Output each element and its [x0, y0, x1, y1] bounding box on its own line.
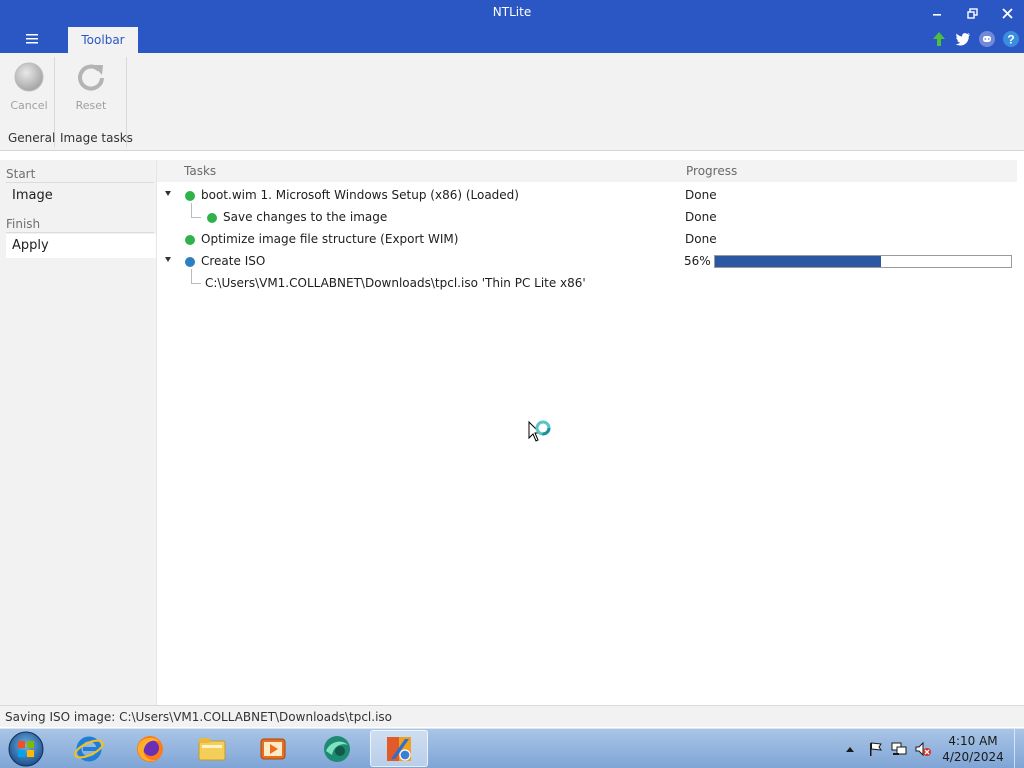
- volume-muted-icon: [915, 741, 931, 757]
- column-header-tasks[interactable]: Tasks: [157, 160, 680, 182]
- svg-text:?: ?: [1007, 33, 1014, 47]
- tree-connector: [191, 269, 201, 284]
- clock-date: 4/20/2024: [942, 750, 1004, 764]
- media-player-icon: [260, 738, 286, 759]
- progress-bar: [714, 255, 1012, 268]
- status-done-icon: [207, 213, 217, 223]
- restore-button[interactable]: [955, 0, 989, 26]
- app-swirl-icon: [324, 735, 350, 762]
- progress-bar-fill: [715, 256, 881, 267]
- sidebar-item-image[interactable]: Image: [6, 184, 156, 208]
- help-button[interactable]: ?: [1002, 30, 1020, 48]
- close-icon: [1001, 7, 1013, 19]
- restore-icon: [966, 7, 978, 19]
- ribbon: Cancel Reset General Image tasks: [0, 53, 1024, 151]
- tray-action-center[interactable]: [864, 729, 886, 768]
- sidebar-header-start: Start: [6, 167, 36, 181]
- task-label: Optimize image file structure (Export WI…: [201, 232, 459, 246]
- column-header-progress[interactable]: Progress: [680, 160, 1017, 182]
- show-desktop-button[interactable]: [1014, 729, 1024, 768]
- collapse-arrow-icon[interactable]: [165, 257, 171, 262]
- network-icon: [891, 742, 907, 755]
- sidebar-divider: [6, 182, 154, 183]
- discord-button[interactable]: [978, 30, 996, 48]
- taskbar-ntlite[interactable]: [370, 730, 428, 767]
- sidebar-header-finish: Finish: [6, 217, 41, 231]
- task-label: Save changes to the image: [223, 210, 388, 224]
- task-row[interactable]: Save changes to the image Done: [157, 203, 1017, 229]
- task-row[interactable]: Create ISO 56%: [157, 251, 1017, 273]
- cancel-button[interactable]: Cancel: [4, 61, 54, 112]
- taskbar-ntlite-alt[interactable]: [308, 730, 366, 767]
- update-button[interactable]: [930, 30, 948, 48]
- busy-cursor-icon: [527, 418, 555, 446]
- minimize-button[interactable]: [920, 0, 954, 26]
- task-row[interactable]: Optimize image file structure (Export WI…: [157, 229, 1017, 251]
- flag-icon: [870, 742, 883, 756]
- tray-network[interactable]: [888, 729, 910, 768]
- minimize-icon: [933, 14, 941, 16]
- show-hidden-icons-button[interactable]: [842, 729, 858, 768]
- task-label: boot.wim 1. Microsoft Windows Setup (x86…: [201, 188, 519, 202]
- start-button[interactable]: [8, 731, 44, 767]
- taskbar-clock[interactable]: 4:10 AM 4/20/2024: [940, 733, 1006, 765]
- taskbar-internet-explorer[interactable]: [60, 730, 118, 767]
- help-icon: ?: [1003, 31, 1019, 47]
- taskbar: 4:10 AM 4/20/2024: [0, 728, 1024, 768]
- reset-button[interactable]: Reset: [66, 61, 116, 112]
- status-running-icon: [185, 257, 195, 267]
- progress-percent: 56%: [684, 254, 711, 268]
- hamburger-icon: [26, 34, 38, 44]
- close-button[interactable]: [990, 0, 1024, 26]
- task-row[interactable]: C:\Users\VM1.COLLABNET\Downloads\tpcl.is…: [157, 269, 1017, 295]
- status-bar: Saving ISO image: C:\Users\VM1.COLLABNET…: [0, 705, 1024, 727]
- cancel-circle-icon: [13, 61, 45, 93]
- task-status: Done: [685, 188, 717, 202]
- sidebar: Start Image Finish Apply: [0, 160, 156, 705]
- chevron-up-icon: [846, 747, 854, 752]
- reset-label: Reset: [75, 99, 107, 112]
- refresh-icon: [75, 61, 107, 93]
- cancel-label: Cancel: [10, 99, 48, 112]
- update-arrow-icon: [933, 32, 945, 46]
- folder-icon: [198, 737, 226, 760]
- tab-row: Toolbar ?: [0, 26, 1024, 53]
- task-label: C:\Users\VM1.COLLABNET\Downloads\tpcl.is…: [205, 276, 586, 290]
- menu-button[interactable]: [20, 30, 44, 50]
- clock-time: 4:10 AM: [948, 734, 998, 748]
- task-label: Create ISO: [201, 254, 266, 268]
- tree-connector: [191, 203, 201, 218]
- title-bar: NTLite: [0, 0, 1024, 26]
- status-done-icon: [185, 235, 195, 245]
- twitter-button[interactable]: [954, 30, 972, 48]
- windows-logo-icon: [8, 731, 44, 767]
- twitter-icon: [955, 33, 970, 46]
- task-row[interactable]: boot.wim 1. Microsoft Windows Setup (x86…: [157, 185, 1017, 207]
- task-status: Done: [685, 210, 717, 224]
- collapse-arrow-icon[interactable]: [165, 191, 171, 196]
- taskbar-firefox[interactable]: [121, 730, 179, 767]
- taskbar-file-explorer[interactable]: [183, 730, 241, 767]
- tab-toolbar[interactable]: Toolbar: [68, 27, 138, 53]
- taskbar-media-player[interactable]: [244, 730, 302, 767]
- sidebar-item-apply[interactable]: Apply: [6, 234, 156, 258]
- status-done-icon: [185, 191, 195, 201]
- task-panel: Tasks Progress boot.wim 1. Microsoft Win…: [156, 160, 1024, 705]
- tray-volume[interactable]: [912, 729, 934, 768]
- task-status: Done: [685, 232, 717, 246]
- ntlite-icon: [387, 736, 411, 761]
- window-title: NTLite: [492, 5, 532, 19]
- firefox-icon: [137, 735, 163, 762]
- ribbon-group-general: General: [8, 131, 56, 145]
- sidebar-divider: [6, 232, 154, 233]
- status-text: Saving ISO image: C:\Users\VM1.COLLABNET…: [5, 710, 392, 724]
- internet-explorer-icon: [74, 736, 104, 761]
- discord-icon: [979, 31, 995, 47]
- ribbon-group-image-tasks: Image tasks: [60, 131, 133, 145]
